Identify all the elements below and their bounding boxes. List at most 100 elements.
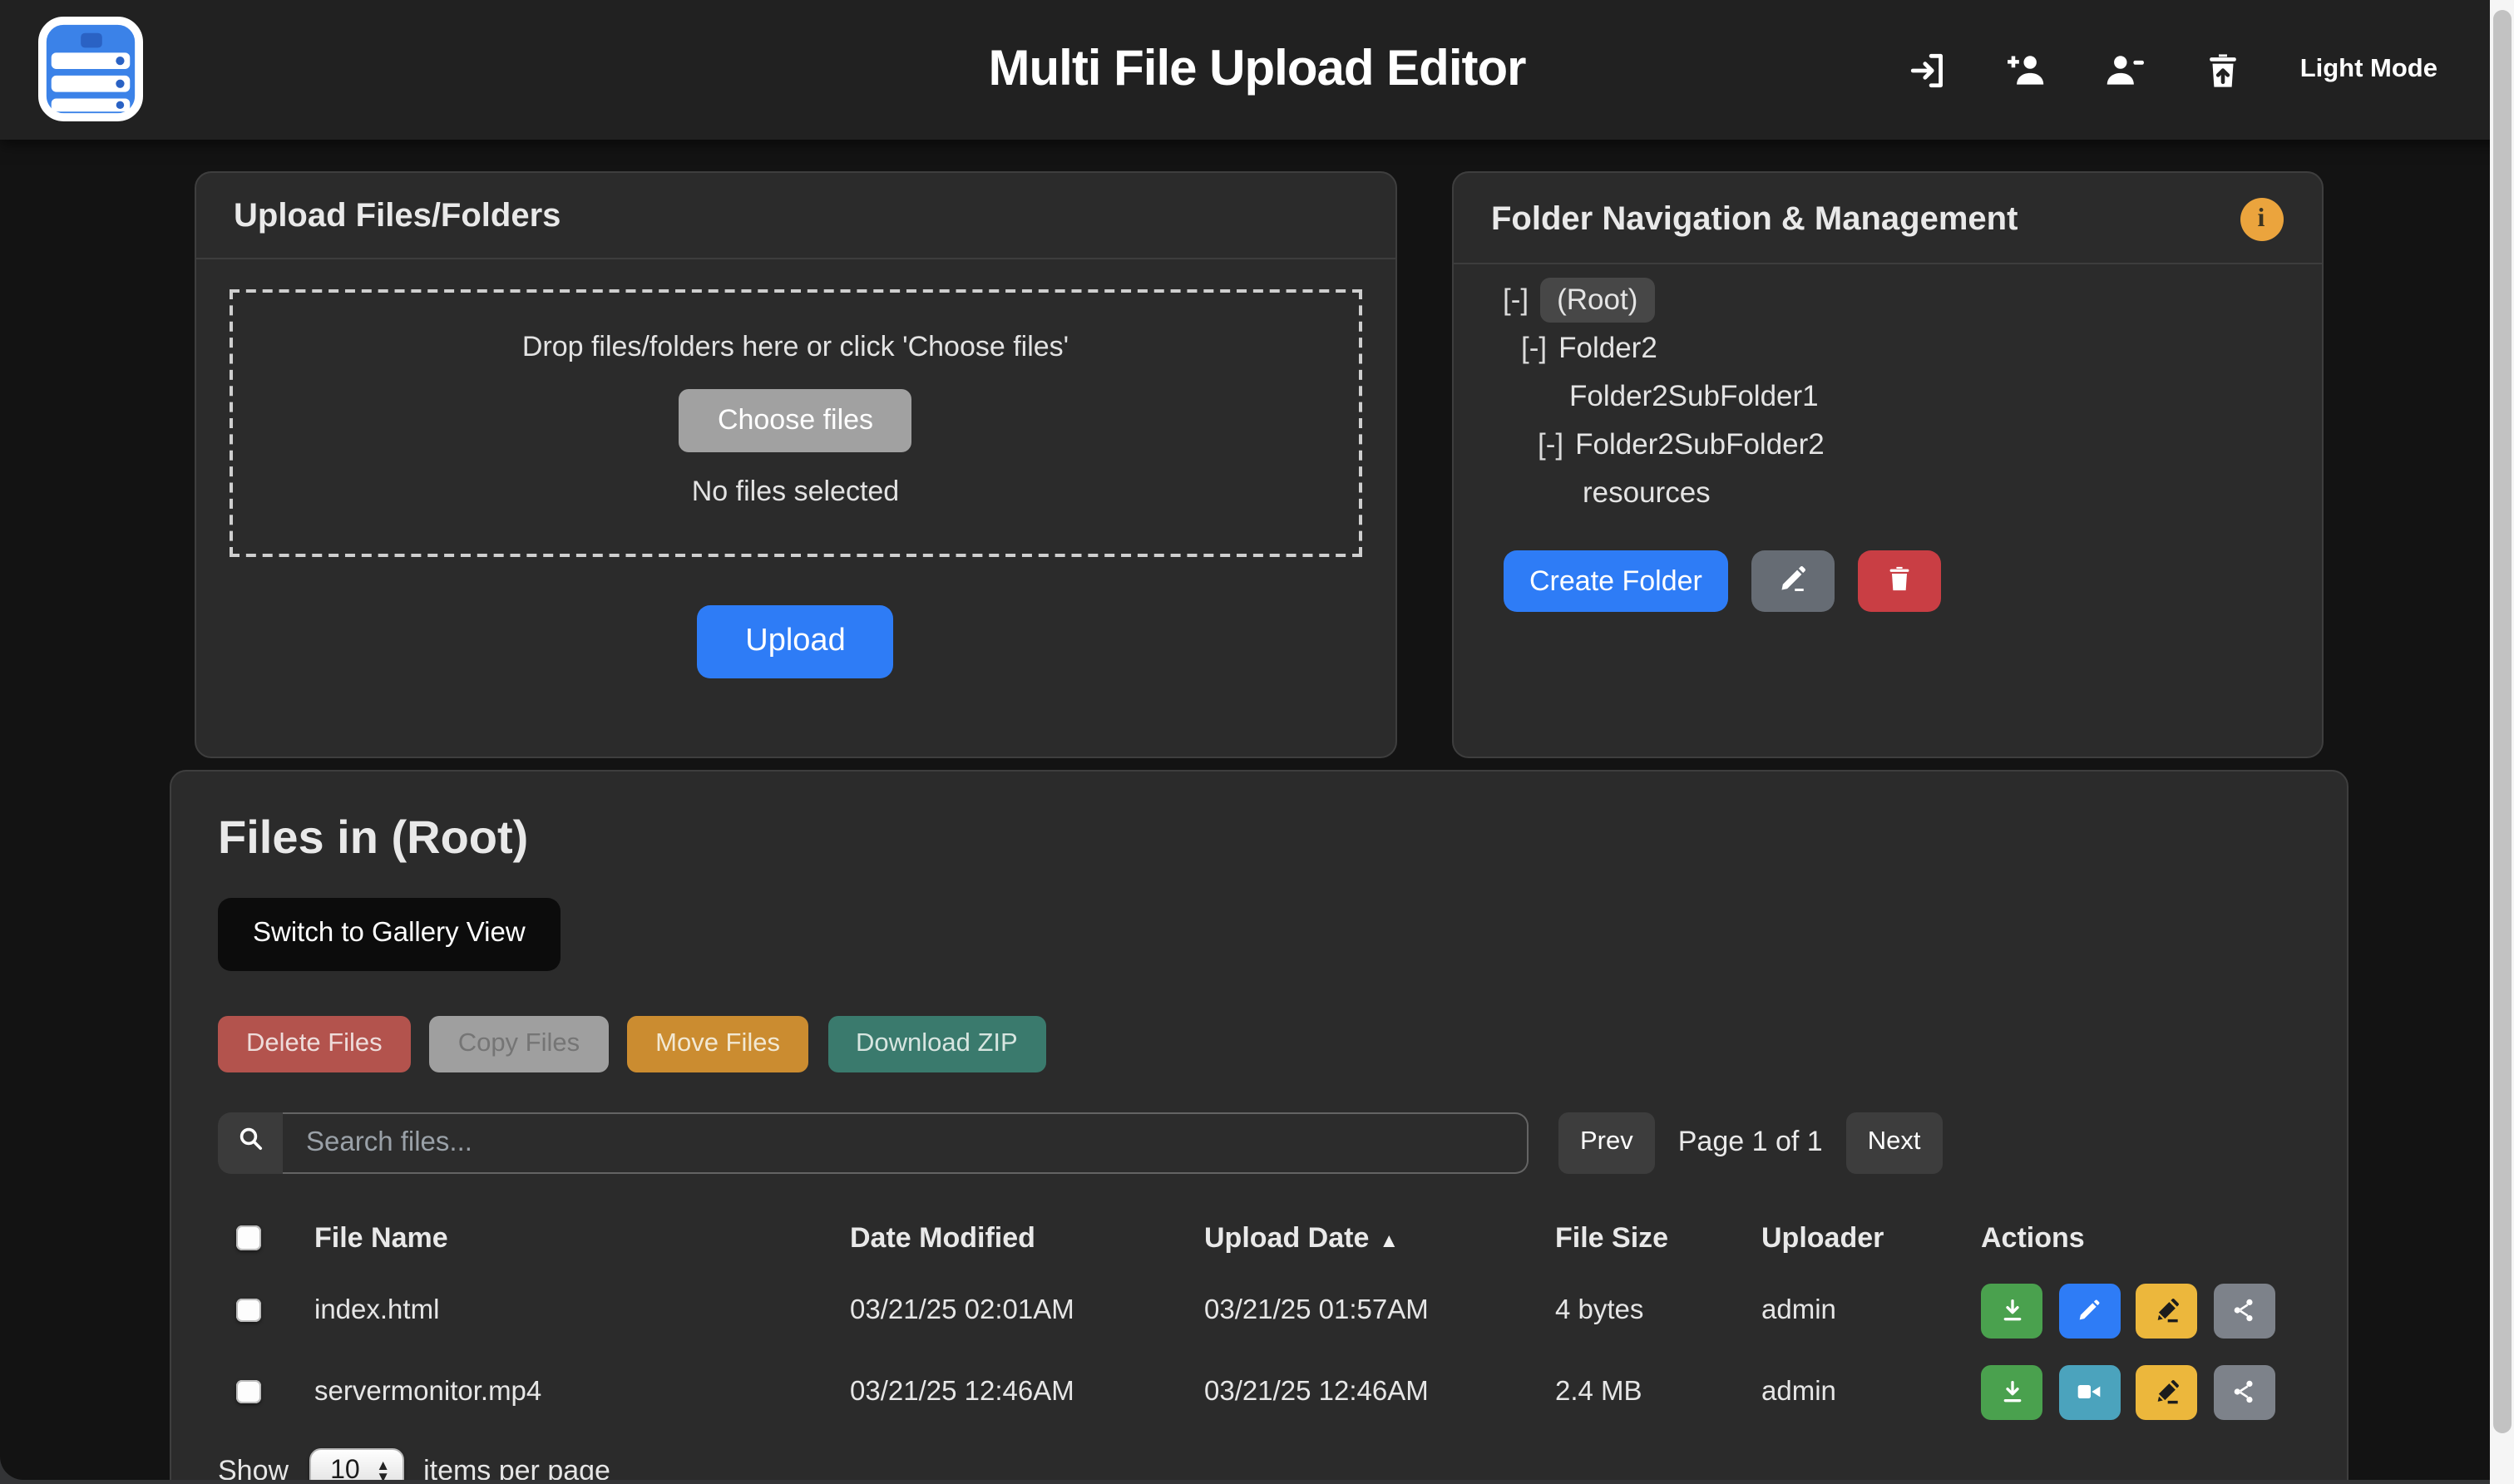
files-panel-title: Files in (Root) bbox=[218, 811, 2299, 864]
tree-item-label[interactable]: Folder2SubFolder1 bbox=[1569, 379, 1819, 414]
share-button[interactable] bbox=[2213, 1283, 2274, 1338]
search-button[interactable] bbox=[218, 1112, 283, 1173]
col-file-size[interactable]: File Size bbox=[1555, 1221, 1761, 1255]
download-button[interactable] bbox=[1981, 1364, 2042, 1419]
stepper-arrows-icon: ▲▼ bbox=[376, 1461, 390, 1479]
col-actions: Actions bbox=[1981, 1221, 2299, 1255]
col-uploader[interactable]: Uploader bbox=[1761, 1221, 1981, 1255]
file-dropzone[interactable]: Drop files/folders here or click 'Choose… bbox=[229, 289, 1362, 557]
app-window: Multi File Upload Editor bbox=[0, 0, 2514, 1479]
tree-item-label[interactable]: resources bbox=[1583, 476, 1711, 510]
tree-item-label[interactable]: Folder2 bbox=[1558, 331, 1657, 366]
file-size: 2.4 MB bbox=[1555, 1376, 1761, 1408]
collapse-marker[interactable]: [-] bbox=[1521, 331, 1547, 366]
col-date-modified[interactable]: Date Modified bbox=[850, 1221, 1204, 1255]
show-label: Show bbox=[218, 1454, 289, 1479]
share-icon bbox=[2230, 1378, 2257, 1405]
file-name: index.html bbox=[314, 1294, 850, 1326]
app-logo-icon bbox=[38, 17, 143, 121]
page: Multi File Upload Editor bbox=[0, 0, 2514, 1484]
header-actions: Light Mode bbox=[1908, 0, 2437, 140]
row-actions bbox=[1981, 1364, 2299, 1419]
col-upload-date[interactable]: Upload Date▲ bbox=[1204, 1221, 1555, 1255]
files-panel: Files in (Root) Switch to Gallery View D… bbox=[169, 769, 2348, 1479]
table-row: servermonitor.mp4 03/21/25 12:46AM 03/21… bbox=[218, 1351, 2299, 1432]
rename-icon bbox=[2153, 1297, 2180, 1324]
items-per-page-label: items per page bbox=[423, 1454, 610, 1479]
rename-button[interactable] bbox=[2136, 1364, 2197, 1419]
play-video-button[interactable] bbox=[2058, 1364, 2120, 1419]
folder-actions: Create Folder bbox=[1453, 517, 2321, 612]
trash-icon bbox=[1885, 564, 1915, 599]
delete-files-button[interactable]: Delete Files bbox=[218, 1015, 411, 1072]
rename-folder-button[interactable] bbox=[1752, 550, 1835, 612]
row-checkbox[interactable] bbox=[236, 1299, 260, 1323]
upload-date: 03/21/25 12:46AM bbox=[1204, 1376, 1555, 1408]
delete-folder-button[interactable] bbox=[1859, 550, 1942, 612]
tree-item-folder2[interactable]: [-] Folder2 bbox=[1503, 324, 2321, 372]
scrollbar-track[interactable] bbox=[2490, 0, 2514, 1484]
file-size: 4 bytes bbox=[1555, 1294, 1761, 1326]
upload-panel-title: Upload Files/Folders bbox=[234, 198, 561, 236]
move-files-button[interactable]: Move Files bbox=[627, 1015, 808, 1072]
select-all-checkbox[interactable] bbox=[236, 1226, 260, 1250]
rename-icon bbox=[2153, 1378, 2180, 1405]
download-icon bbox=[1998, 1297, 2025, 1324]
download-button[interactable] bbox=[1981, 1283, 2042, 1338]
tree-item-label[interactable]: (Root) bbox=[1540, 278, 1654, 323]
light-mode-toggle[interactable]: Light Mode bbox=[2300, 55, 2437, 85]
scrollbar-thumb[interactable] bbox=[2493, 10, 2512, 1433]
choose-files-button[interactable]: Choose files bbox=[679, 389, 911, 452]
tree-item-label[interactable]: Folder2SubFolder2 bbox=[1575, 427, 1825, 462]
table-header-row: File Name Date Modified Upload Date▲ Fil… bbox=[218, 1206, 2299, 1270]
download-zip-button[interactable]: Download ZIP bbox=[827, 1015, 1046, 1072]
prev-page-button[interactable]: Prev bbox=[1558, 1112, 1655, 1173]
pencil-icon bbox=[2076, 1297, 2102, 1324]
table-row: index.html 03/21/25 02:01AM 03/21/25 01:… bbox=[218, 1270, 2299, 1351]
download-icon bbox=[1998, 1378, 2025, 1405]
items-per-page-select[interactable]: 10 ▲▼ bbox=[309, 1447, 403, 1479]
search-row: Prev Page 1 of 1 Next bbox=[218, 1112, 2299, 1173]
uploader: admin bbox=[1761, 1294, 1981, 1326]
copy-files-button[interactable]: Copy Files bbox=[430, 1015, 608, 1072]
login-icon[interactable] bbox=[1908, 48, 1951, 91]
tree-item-folder2subfolder2[interactable]: [-] Folder2SubFolder2 bbox=[1503, 421, 2321, 469]
folder-tree: [-] (Root) [-] Folder2 Folder2SubFolder1… bbox=[1453, 264, 2321, 517]
upload-panel-header: Upload Files/Folders bbox=[195, 173, 1395, 259]
upload-date: 03/21/25 01:57AM bbox=[1204, 1294, 1555, 1326]
tree-item-folder2subfolder1[interactable]: Folder2SubFolder1 bbox=[1503, 372, 2321, 421]
folder-panel-header: Folder Navigation & Management i bbox=[1453, 173, 2321, 264]
video-camera-icon bbox=[2076, 1378, 2102, 1405]
remove-user-icon[interactable] bbox=[2104, 48, 2147, 91]
add-user-icon[interactable] bbox=[2006, 48, 2049, 91]
info-icon[interactable]: i bbox=[2240, 198, 2283, 241]
next-page-button[interactable]: Next bbox=[1846, 1112, 1943, 1173]
share-button[interactable] bbox=[2213, 1364, 2274, 1419]
tree-item-resources[interactable]: resources bbox=[1503, 469, 2321, 517]
create-folder-button[interactable]: Create Folder bbox=[1503, 550, 1729, 612]
search-input[interactable] bbox=[283, 1112, 1529, 1173]
date-modified: 03/21/25 02:01AM bbox=[850, 1294, 1204, 1326]
date-modified: 03/21/25 12:46AM bbox=[850, 1376, 1204, 1408]
collapse-marker[interactable]: [-] bbox=[1538, 427, 1563, 462]
upload-panel: Upload Files/Folders Drop files/folders … bbox=[194, 171, 1397, 758]
trash-restore-icon[interactable] bbox=[2202, 48, 2245, 91]
main-content: Upload Files/Folders Drop files/folders … bbox=[0, 140, 2514, 1479]
upload-button[interactable]: Upload bbox=[697, 605, 893, 678]
pencil-icon bbox=[1779, 564, 1809, 599]
files-table: File Name Date Modified Upload Date▲ Fil… bbox=[218, 1206, 2299, 1432]
rename-button[interactable] bbox=[2136, 1283, 2197, 1338]
share-icon bbox=[2230, 1297, 2257, 1324]
row-actions bbox=[1981, 1283, 2299, 1338]
col-file-name[interactable]: File Name bbox=[314, 1221, 850, 1255]
edit-button[interactable] bbox=[2058, 1283, 2120, 1338]
gallery-view-button[interactable]: Switch to Gallery View bbox=[218, 897, 561, 970]
file-name: servermonitor.mp4 bbox=[314, 1376, 850, 1408]
row-checkbox[interactable] bbox=[236, 1380, 260, 1404]
upload-body: Drop files/folders here or click 'Choose… bbox=[195, 259, 1395, 678]
no-files-text: No files selected bbox=[232, 476, 1359, 509]
items-per-page-row: Show 10 ▲▼ items per page bbox=[218, 1447, 2299, 1479]
page-indicator: Page 1 of 1 bbox=[1678, 1126, 1823, 1159]
collapse-marker[interactable]: [-] bbox=[1503, 283, 1529, 318]
tree-item-root[interactable]: [-] (Root) bbox=[1503, 276, 2321, 324]
